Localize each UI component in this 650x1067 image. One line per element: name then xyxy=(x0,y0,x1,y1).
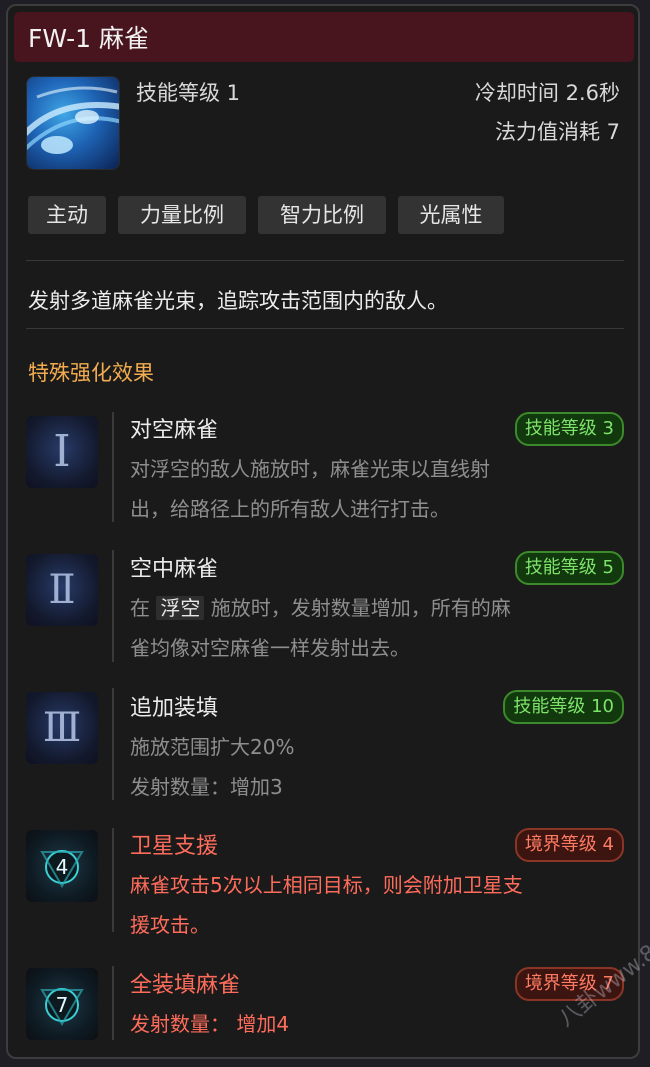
divider xyxy=(26,260,624,261)
tier-2-icon: Ⅱ xyxy=(26,554,98,626)
enhancement-text: 在 浮空 施放时，发射数量增加，所有的麻 雀均像对空麻雀一样发射出去。 xyxy=(130,596,511,660)
divider xyxy=(112,966,114,1040)
enhancement-text: 麻雀攻击5次以上相同目标，则会附加卫星支 援攻击。 xyxy=(130,873,523,937)
enhancement-name: 对空麻雀 xyxy=(130,418,219,443)
divider xyxy=(26,328,624,329)
tag-intelligence-ratio: 智力比例 xyxy=(258,196,386,234)
cooldown-text: 冷却时间 2.6秒 xyxy=(474,81,620,105)
enhancement-name: 全装填麻雀 xyxy=(130,973,241,998)
skill-tooltip-panel: FW-1 麻雀 技能等级 1 冷却时间 2.6秒 法力值消耗 7 主动 力量比例… xyxy=(6,4,640,1059)
skill-title: FW-1 麻雀 xyxy=(28,24,149,53)
skill-description: 发射多道麻雀光束，追踪攻击范围内的敌人。 xyxy=(28,289,448,313)
skill-level: 技能等级 1 xyxy=(136,81,241,105)
enhancement-name: 卫星支援 xyxy=(130,834,219,859)
svg-text:4: 4 xyxy=(56,855,69,879)
sparrow-skill-icon[interactable] xyxy=(26,76,120,170)
keyword-highlight: 浮空 xyxy=(156,596,205,620)
tag-light-element: 光属性 xyxy=(398,196,504,234)
realm-level-badge: 境界等级 4 xyxy=(514,828,624,862)
skill-level-badge: 技能等级 5 xyxy=(514,551,624,585)
divider xyxy=(112,550,114,662)
divider xyxy=(112,688,114,800)
realm-level-7-icon: 7 xyxy=(26,968,98,1040)
tier-3-icon: Ⅲ xyxy=(26,692,98,764)
enhancement-name: 追加装填 xyxy=(130,696,219,721)
special-enhancement-heading: 特殊强化效果 xyxy=(28,361,154,385)
skill-level-badge: 技能等级 3 xyxy=(514,412,624,446)
enhancement-name: 空中麻雀 xyxy=(130,557,219,582)
divider xyxy=(112,412,114,522)
mana-cost-text: 法力值消耗 7 xyxy=(494,120,620,144)
title-bar: FW-1 麻雀 xyxy=(14,12,634,62)
tag-strength-ratio: 力量比例 xyxy=(118,196,246,234)
tier-1-icon: Ⅰ xyxy=(26,416,98,488)
enhancement-text: 对浮空的敌人施放时，麻雀光束以直线射 出，给路径上的所有敌人进行打击。 xyxy=(130,457,490,521)
realm-level-4-icon: 4 xyxy=(26,830,98,902)
skill-level-badge: 技能等级 10 xyxy=(503,690,624,724)
svg-text:7: 7 xyxy=(56,993,69,1017)
tag-active: 主动 xyxy=(28,196,106,234)
divider xyxy=(112,828,114,932)
enhancement-text: 施放范围扩大20% 发射数量：增加3 xyxy=(130,735,295,799)
